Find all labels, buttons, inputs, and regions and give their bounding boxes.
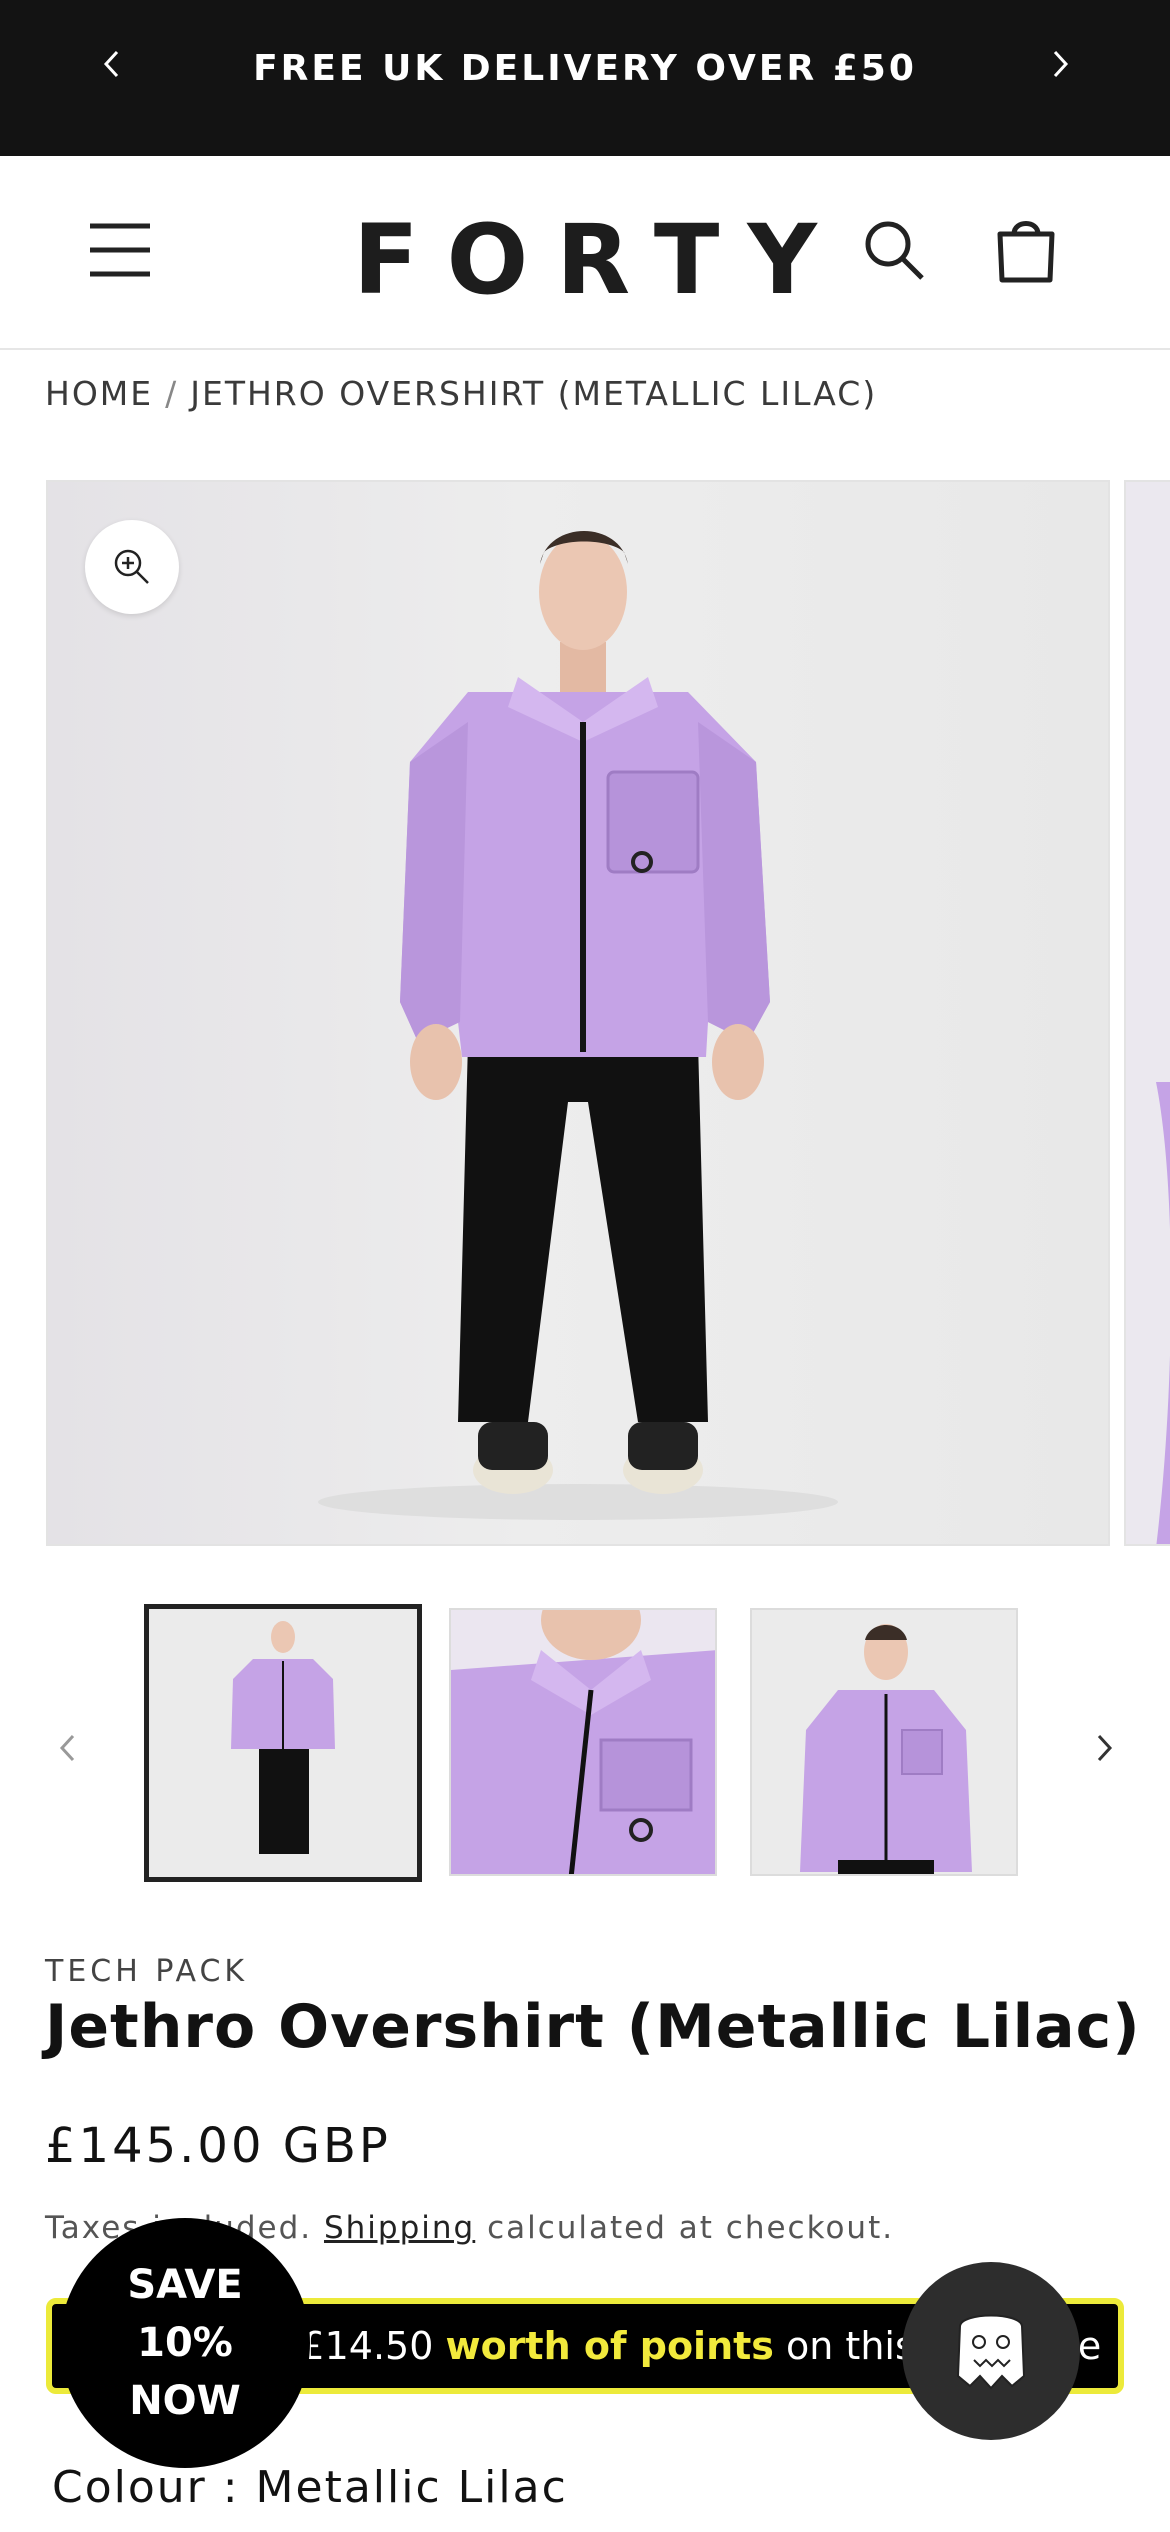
thumbnail-3[interactable] [750,1608,1018,1876]
rewards-launcher-button[interactable] [902,2262,1080,2440]
breadcrumb: HOME / JETHRO OVERSHIRT (METALLIC LILAC) [45,374,877,413]
colour-label: Colour : Metallic Lilac [52,2462,568,2513]
product-vendor: TECH PACK [45,1954,249,1989]
announcement-text[interactable]: FREE UK DELIVERY OVER £50 [0,48,1170,89]
save-10-badge[interactable]: SAVE 10% NOW [60,2218,310,2468]
thumbnail-2[interactable] [449,1608,717,1876]
model-illustration [318,531,838,1520]
zoom-in-icon [114,549,149,584]
points-highlight: worth of points [445,2324,774,2368]
cart-icon[interactable] [994,216,1058,284]
save-badge-line1: SAVE [127,2262,243,2308]
product-price: £145.00 GBP [45,2118,391,2174]
thumbnail-detail [451,1610,715,1874]
thumbnail-prev-icon[interactable] [48,1728,88,1768]
announcement-bar: FREE UK DELIVERY OVER £50 [0,0,1170,156]
site-header: FORTY [0,156,1170,350]
next-image-preview [1156,1082,1170,1544]
breadcrumb-separator: / [165,374,179,413]
thumbnail-1[interactable] [144,1604,422,1882]
save-badge-line2: 10% [137,2320,233,2366]
tax-note-suffix: calculated at checkout. [487,2210,895,2246]
next-image-peek[interactable] [1124,480,1170,1546]
rewards-face-icon [956,2314,1026,2390]
search-icon[interactable] [862,218,926,282]
product-title: Jethro Overshirt (Metallic Lilac) [45,1992,1141,2062]
thumbnail-next-icon[interactable] [1084,1728,1124,1768]
breadcrumb-current: JETHRO OVERSHIRT (METALLIC LILAC) [190,374,878,413]
save-badge-line3: NOW [129,2378,241,2424]
chevron-right-icon[interactable] [1040,44,1080,84]
zoom-button[interactable] [85,520,179,614]
shipping-link[interactable]: Shipping [324,2210,475,2246]
thumbnail-full-body [149,1609,417,1877]
breadcrumb-home[interactable]: HOME [45,374,153,413]
thumbnail-upper-body [752,1610,1016,1874]
product-main-image[interactable] [46,480,1110,1546]
